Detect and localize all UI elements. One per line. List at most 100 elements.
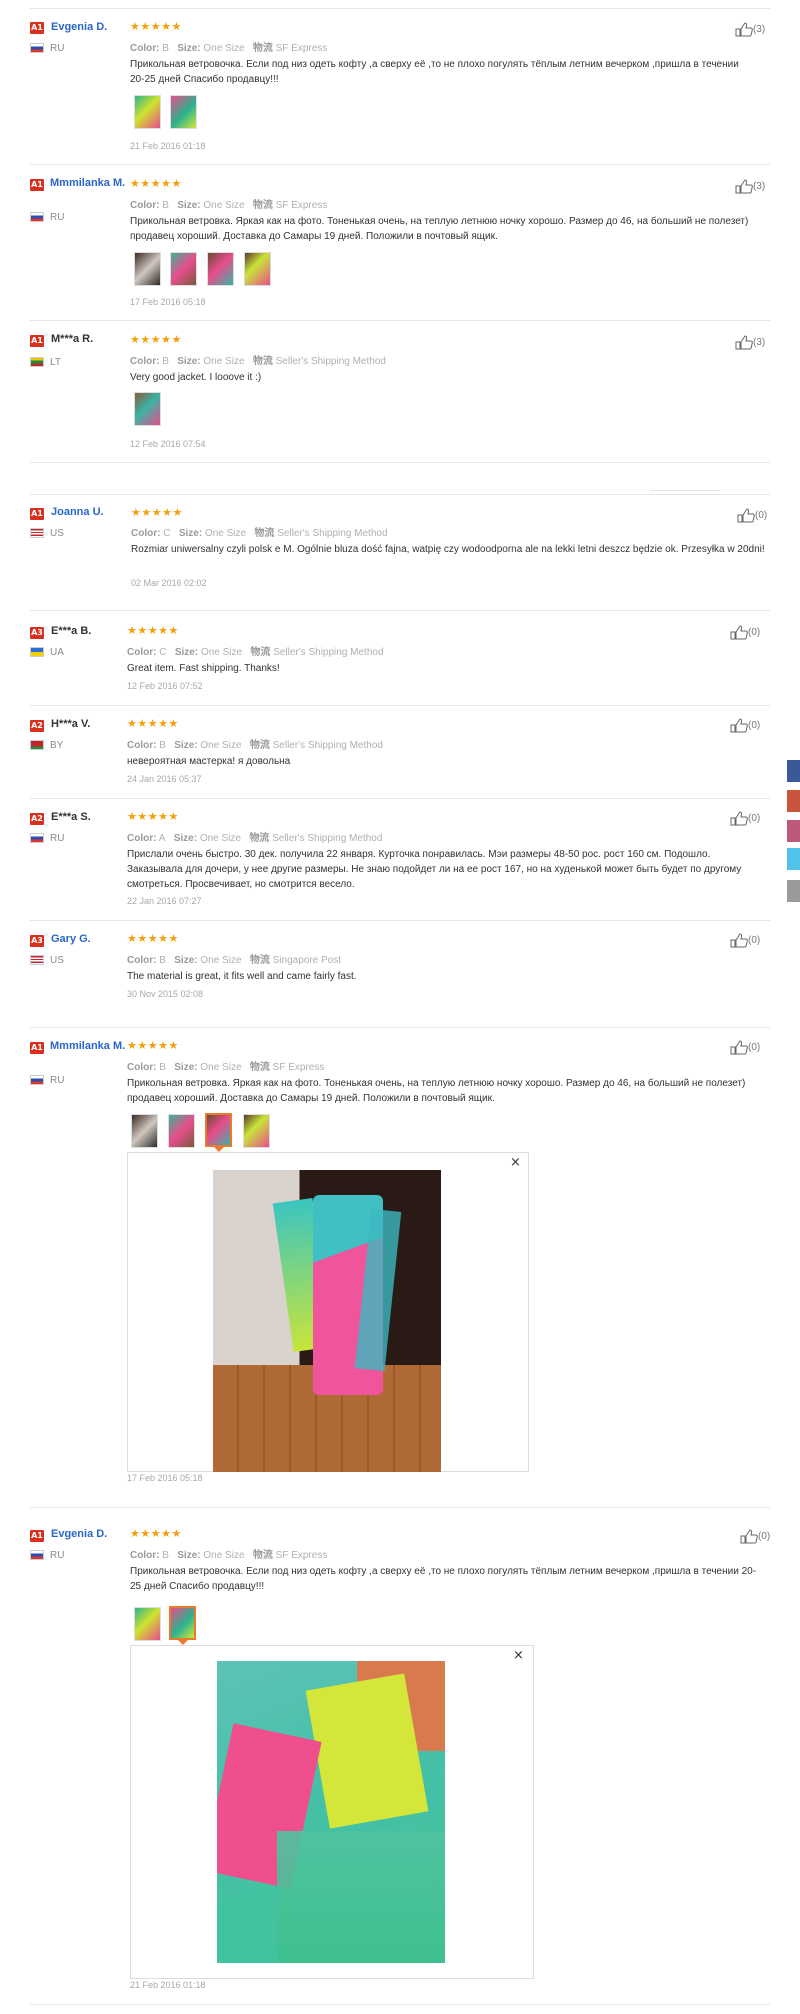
review-photo-thumbnail-selected[interactable] xyxy=(205,1113,232,1147)
review-photo-thumbnail[interactable] xyxy=(243,1114,270,1148)
buyer-level-badge: A1 xyxy=(30,22,44,34)
review-text: Прикольная ветровочка. Если под низ одет… xyxy=(130,59,739,85)
rating-stars: ★★★★★ xyxy=(127,717,179,730)
review-item: A1 Mmmilanka M. RU ★★★★★ Color: B Size: … xyxy=(0,1027,800,1507)
order-attributes: Color: B Size: One Size 物流 SF Express xyxy=(130,200,328,211)
review-photo-thumbnail-selected[interactable] xyxy=(169,1606,196,1640)
helpful-button[interactable]: (0) xyxy=(740,1529,770,1544)
share-button-pinterest[interactable] xyxy=(787,820,800,842)
buyer-level-badge: A1 xyxy=(30,508,44,520)
close-icon[interactable]: × xyxy=(513,1649,524,1662)
rating-stars: ★★★★★ xyxy=(130,333,182,346)
review-item: A3 Gary G. US ★★★★★ Color: B Size: One S… xyxy=(0,920,800,1027)
review-item: A1 Mmmilanka M. RU ★★★★★ Color: B Size: … xyxy=(0,164,800,320)
review-photo-thumbnail[interactable] xyxy=(134,1607,161,1641)
helpful-button[interactable]: (3) xyxy=(735,22,765,37)
reviewer-country: RU xyxy=(50,43,65,54)
rating-stars: ★★★★★ xyxy=(130,1527,182,1540)
rating-stars: ★★★★★ xyxy=(127,1039,179,1052)
thumbs-up-icon xyxy=(735,179,753,194)
order-attributes: Color: C Size: One Size 物流 Seller's Ship… xyxy=(127,647,384,658)
flag-ru-icon xyxy=(30,1075,44,1085)
helpful-button[interactable]: (0) xyxy=(730,1040,760,1055)
reviewer-name[interactable]: Joanna U. xyxy=(51,505,136,520)
buyer-level-badge: A1 xyxy=(30,335,44,347)
thumbs-up-icon xyxy=(730,933,748,948)
review-photo-thumbnail[interactable] xyxy=(170,95,197,129)
share-button-vk[interactable] xyxy=(787,790,800,812)
separator xyxy=(650,490,720,491)
flag-lt-icon xyxy=(30,357,44,367)
thumbs-up-icon xyxy=(730,1040,748,1055)
helpful-button[interactable]: (3) xyxy=(735,335,765,350)
review-date: 17 Feb 2016 05:18 xyxy=(130,297,206,307)
helpful-button[interactable]: (0) xyxy=(737,508,767,523)
review-photo-thumbnail[interactable] xyxy=(134,95,161,129)
flag-ru-icon xyxy=(30,1550,44,1560)
review-photo-large xyxy=(213,1170,441,1472)
share-button-more[interactable] xyxy=(787,880,800,902)
rating-stars: ★★★★★ xyxy=(127,624,179,637)
review-photo-thumbnail[interactable] xyxy=(131,1114,158,1148)
rating-stars: ★★★★★ xyxy=(131,506,183,519)
order-attributes: Color: B Size: One Size 物流 SF Express xyxy=(130,43,328,54)
reviewer-name[interactable]: Gary G. xyxy=(51,932,136,947)
review-photo-thumbnail[interactable] xyxy=(170,252,197,286)
order-attributes: Color: C Size: One Size 物流 Seller's Ship… xyxy=(131,528,388,539)
order-attributes: Color: B Size: One Size 物流 Singapore Pos… xyxy=(127,955,342,966)
rating-stars: ★★★★★ xyxy=(127,810,179,823)
review-item: A1 Evgenia D. RU ★★★★★ Color: B Size: On… xyxy=(0,0,800,164)
reviewer-name[interactable]: H***a V. xyxy=(51,717,136,732)
thumbs-up-icon xyxy=(730,718,748,733)
close-icon[interactable]: × xyxy=(510,1156,521,1169)
photo-viewer: × xyxy=(127,1152,529,1472)
reviewer-name[interactable]: Mmmilanka M. xyxy=(30,176,130,191)
reviewer-country: US xyxy=(50,528,64,539)
review-photo-thumbnail[interactable] xyxy=(134,392,161,426)
helpful-button[interactable]: (0) xyxy=(730,933,760,948)
reviewer-name[interactable]: E***a S. xyxy=(51,810,136,825)
review-date: 02 Mar 2016 02:02 xyxy=(131,578,207,588)
review-photo-thumbnail[interactable] xyxy=(207,252,234,286)
reviewer-name[interactable]: E***a B. xyxy=(51,624,136,639)
flag-by-icon xyxy=(30,740,44,750)
thumbs-up-icon xyxy=(740,1529,758,1544)
photo-viewer: × xyxy=(130,1645,534,1979)
reviewer-name[interactable]: Evgenia D. xyxy=(51,20,136,35)
review-date: 21 Feb 2016 01:18 xyxy=(130,1980,206,1990)
review-date: 12 Feb 2016 07:54 xyxy=(130,439,206,449)
review-item: A1 M***a R. LT ★★★★★ Color: B Size: One … xyxy=(0,320,800,462)
reviewer-country: RU xyxy=(50,212,65,223)
review-item: A2 H***a V. BY ★★★★★ Color: B Size: One … xyxy=(0,705,800,798)
review-text: Прислали очень быстро. 30 дек. получила … xyxy=(127,849,742,890)
review-photo-thumbnail[interactable] xyxy=(168,1114,195,1148)
review-photo-thumbnail[interactable] xyxy=(134,252,161,286)
order-attributes: Color: A Size: One Size 物流 Seller's Ship… xyxy=(127,833,383,844)
helpful-button[interactable]: (0) xyxy=(730,811,760,826)
reviewer-name[interactable]: Evgenia D. xyxy=(51,1527,136,1542)
review-text: Прикольная ветровка. Яркая как на фото. … xyxy=(130,216,749,242)
buyer-level-badge: A3 xyxy=(30,935,44,947)
order-attributes: Color: B Size: One Size 物流 SF Express xyxy=(127,1062,325,1073)
reviewer-country: US xyxy=(50,955,64,966)
helpful-button[interactable]: (3) xyxy=(735,179,765,194)
flag-ru-icon xyxy=(30,43,44,53)
flag-us-icon xyxy=(30,528,44,538)
thumbs-up-icon xyxy=(737,508,755,523)
review-item: A3 E***a B. UA ★★★★★ Color: C Size: One … xyxy=(0,610,800,705)
flag-ru-icon xyxy=(30,212,44,222)
review-photo-thumbnail[interactable] xyxy=(244,252,271,286)
reviewer-name[interactable]: Mmmilanka M. xyxy=(30,1039,130,1054)
helpful-button[interactable]: (0) xyxy=(730,718,760,733)
thumbs-up-icon xyxy=(735,22,753,37)
review-photo-large xyxy=(217,1661,445,1963)
separator xyxy=(30,462,770,463)
share-button-twitter[interactable] xyxy=(787,848,800,870)
rating-stars: ★★★★★ xyxy=(130,177,182,190)
share-button-facebook[interactable] xyxy=(787,760,800,782)
reviewer-name[interactable]: M***a R. xyxy=(51,332,136,347)
review-date: 21 Feb 2016 01:18 xyxy=(130,141,206,151)
helpful-button[interactable]: (0) xyxy=(730,625,760,640)
thumbs-up-icon xyxy=(730,625,748,640)
buyer-level-badge: A2 xyxy=(30,720,44,732)
